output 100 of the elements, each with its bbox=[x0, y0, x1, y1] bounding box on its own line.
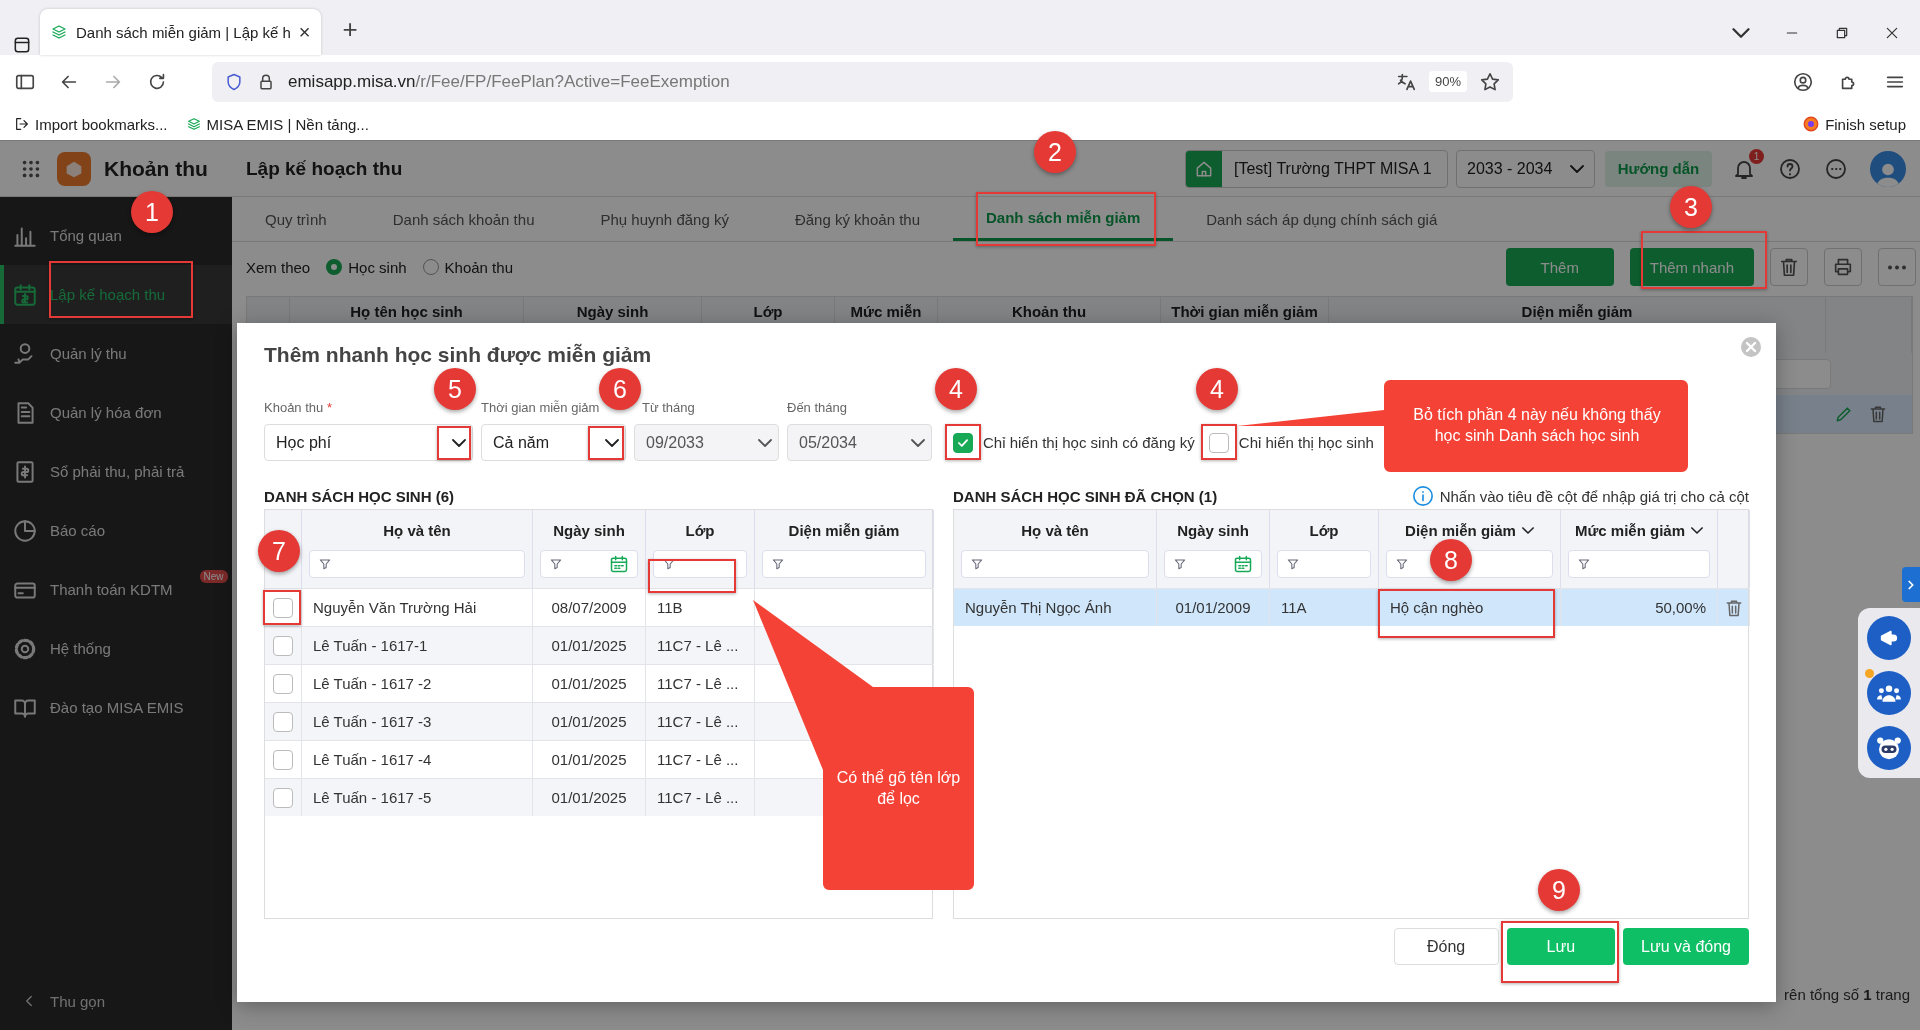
filter-icon bbox=[549, 557, 563, 571]
filter-field[interactable] bbox=[1277, 550, 1371, 578]
people-button[interactable] bbox=[1867, 671, 1911, 715]
tabs-icon[interactable] bbox=[12, 35, 32, 55]
checkbox[interactable] bbox=[273, 749, 293, 770]
tab-close[interactable]: × bbox=[298, 20, 311, 44]
column-header[interactable]: Lớp bbox=[1309, 510, 1339, 550]
account-icon[interactable] bbox=[1792, 70, 1814, 93]
sidebar-item[interactable]: Quản lý hóa đơn bbox=[0, 383, 172, 442]
filter-field[interactable] bbox=[1568, 550, 1710, 578]
sidebar-item[interactable]: Báo cáo bbox=[0, 501, 116, 560]
table-row[interactable]: Nguyễn Thị Ngọc Ánh 01/01/2009 11A Hộ cận nghèo 50,00% bbox=[954, 588, 1748, 626]
star-icon[interactable] bbox=[1479, 70, 1501, 93]
finish-setup-link[interactable]: Finish setup bbox=[1825, 115, 1906, 133]
tab[interactable]: Đăng ký khoản thu bbox=[761, 197, 953, 241]
more-button[interactable] bbox=[1878, 248, 1916, 286]
checkbox[interactable] bbox=[273, 787, 293, 808]
column-header[interactable]: Họ tên học sinh bbox=[350, 303, 463, 320]
new-tab-button[interactable]: + bbox=[342, 14, 358, 45]
expand-tab[interactable] bbox=[1902, 567, 1920, 602]
sidebar-item[interactable]: Đào tạo MISA EMIS bbox=[0, 678, 194, 737]
trash-icon[interactable] bbox=[1868, 404, 1888, 424]
close-icon[interactable] bbox=[1884, 25, 1900, 41]
column-header[interactable]: Ngày sinh bbox=[553, 510, 625, 550]
table-cell: 11C7 - Lê ... bbox=[646, 703, 755, 740]
column-header[interactable]: Lớp bbox=[685, 510, 715, 550]
column-header[interactable]: Lớp bbox=[753, 303, 783, 320]
table-cell: 01/01/2025 bbox=[533, 703, 646, 740]
column-header[interactable]: Mức miễn giảm bbox=[1574, 510, 1704, 550]
sidebar-item[interactable]: Quản lý thu bbox=[0, 324, 137, 383]
delete-button[interactable] bbox=[1770, 248, 1808, 286]
collapse-button[interactable]: Thu gọn bbox=[0, 971, 232, 1030]
filter-field[interactable] bbox=[1164, 550, 1262, 578]
select-field[interactable]: Cả năm bbox=[481, 424, 626, 461]
megaphone-button[interactable] bbox=[1867, 616, 1911, 660]
info-icon bbox=[1411, 485, 1434, 507]
tab[interactable]: Danh sách áp dụng chính sách giá bbox=[1173, 197, 1471, 241]
radio-label[interactable]: Khoản thu bbox=[444, 258, 513, 276]
checkbox[interactable] bbox=[273, 673, 293, 694]
robot-button[interactable] bbox=[1867, 726, 1911, 770]
pencil-icon[interactable] bbox=[1834, 404, 1854, 424]
zoom-level[interactable]: 90% bbox=[1428, 71, 1467, 92]
year-selector[interactable]: 2033 - 2034 bbox=[1456, 149, 1595, 188]
sidebar-item[interactable]: Tổng quan bbox=[0, 206, 132, 265]
print-button[interactable] bbox=[1824, 248, 1862, 286]
table-cell: 50,00% bbox=[1561, 589, 1718, 626]
app-logo bbox=[57, 151, 91, 186]
tab[interactable]: Phụ huynh đăng ký bbox=[567, 197, 762, 241]
checkbox[interactable] bbox=[953, 432, 973, 453]
sidebar-item[interactable]: Hệ thống bbox=[0, 619, 121, 678]
highlight-frame bbox=[588, 426, 624, 460]
stack-icon bbox=[185, 116, 202, 132]
checkbox-label[interactable]: Chỉ hiển thị học sinh bbox=[1238, 434, 1374, 451]
filter-field[interactable] bbox=[540, 550, 638, 578]
table-cell: 01/01/2025 bbox=[533, 779, 646, 816]
table-cell: Nguyễn Thị Ngọc Ánh bbox=[954, 589, 1157, 626]
filter-icon bbox=[771, 557, 785, 571]
help-icon[interactable] bbox=[1778, 156, 1802, 181]
checkbox[interactable] bbox=[273, 635, 293, 656]
column-header[interactable]: Họ và tên bbox=[383, 510, 451, 550]
chat-icon[interactable] bbox=[1824, 156, 1848, 181]
bookmark[interactable]: MISA EMIS | Nền tảng... bbox=[206, 115, 369, 133]
checkbox-label[interactable]: Chỉ hiển thị học sinh có đăng ký bbox=[983, 434, 1195, 451]
filter-icon bbox=[1395, 557, 1409, 571]
sidebar-item[interactable]: Sổ phải thu, phải trả bbox=[0, 442, 195, 501]
column-header[interactable]: Ngày sinh bbox=[1177, 510, 1249, 550]
select-field[interactable]: Học phí bbox=[264, 424, 473, 461]
radio-label[interactable]: Học sinh bbox=[348, 258, 407, 276]
view-by-label: Xem theo bbox=[246, 258, 311, 276]
restore-icon[interactable] bbox=[1834, 25, 1850, 41]
printer-icon bbox=[1832, 256, 1854, 278]
column-header[interactable]: Khoản thu bbox=[1011, 303, 1087, 320]
checkbox[interactable] bbox=[273, 597, 293, 618]
checkbox[interactable] bbox=[273, 711, 293, 732]
column-header[interactable]: Họ và tên bbox=[1021, 510, 1089, 550]
checkbox[interactable] bbox=[1208, 432, 1229, 453]
column-header[interactable]: Ngày sinh bbox=[576, 303, 649, 320]
table-cell: 11A bbox=[1270, 589, 1379, 626]
radio-button[interactable] bbox=[326, 259, 343, 275]
tab[interactable]: Quy trình bbox=[232, 197, 360, 241]
filter-field[interactable] bbox=[309, 550, 525, 578]
table-cell: Lê Tuấn - 1617 -5 bbox=[302, 779, 533, 816]
browser-tab[interactable]: Danh sách miễn giảm | Lập kế h × bbox=[40, 9, 321, 55]
filter-field[interactable] bbox=[762, 550, 926, 578]
column-header[interactable]: Diện miễn giảm bbox=[788, 510, 900, 550]
address-bar[interactable]: emisapp.misa.vn/r/Fee/FP/FeePlan?Active=FeeExemption 90% bbox=[212, 61, 1513, 102]
chevron-down-icon bbox=[758, 438, 772, 447]
close-dialog-button[interactable]: Đóng bbox=[1393, 928, 1499, 965]
column-header[interactable]: Diện miễn giảm bbox=[1521, 303, 1633, 320]
tab[interactable]: Danh sách khoản thu bbox=[359, 197, 568, 241]
column-header[interactable]: Mức miễn bbox=[850, 303, 922, 320]
pagination-text: rên tổng số 1 trang bbox=[1784, 986, 1911, 1003]
filter-field[interactable] bbox=[653, 550, 747, 578]
radio-button[interactable] bbox=[422, 259, 439, 275]
school-selector[interactable]: [Test] Trường THPT MISA 1 bbox=[1185, 149, 1448, 188]
filter-field[interactable] bbox=[961, 550, 1149, 578]
bookmark[interactable]: Import bookmarks... bbox=[35, 115, 168, 133]
avatar[interactable] bbox=[1870, 150, 1906, 187]
chevron-down-icon[interactable] bbox=[1732, 28, 1750, 38]
column-header[interactable]: Thời gian miễn giảm bbox=[1171, 303, 1318, 320]
